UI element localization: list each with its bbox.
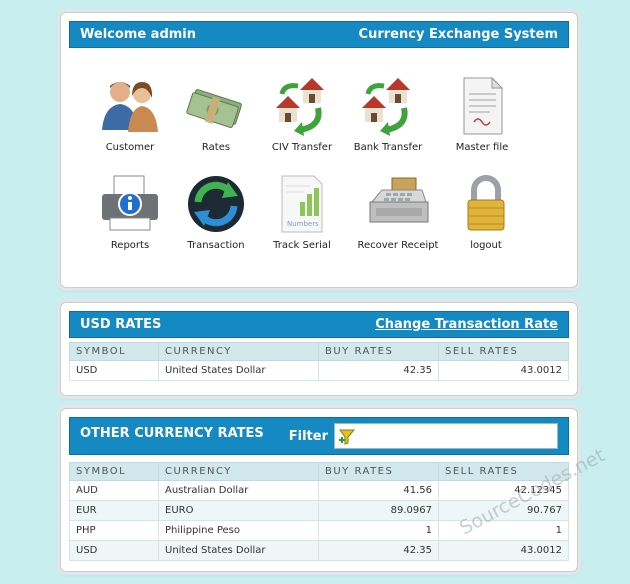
- column-header[interactable]: SYMBOL: [69, 462, 159, 481]
- column-header[interactable]: SYMBOL: [69, 342, 159, 361]
- table-row: EUR EURO 89.0967 90.767: [69, 500, 569, 521]
- currency-cell: United States Dollar: [158, 360, 319, 381]
- document-icon: [463, 76, 504, 135]
- menu-logout-label: logout: [470, 240, 502, 251]
- sell-rate-cell: 43.0012: [438, 360, 569, 381]
- sync-icon: [188, 176, 244, 232]
- header-bar: Welcome admin Currency Exchange System: [69, 21, 569, 48]
- menu-master-file[interactable]: Master file: [439, 74, 525, 153]
- buy-rate-cell: 41.56: [318, 480, 439, 501]
- svg-text:Numbers: Numbers: [287, 220, 319, 228]
- cash-register-icon: [369, 177, 429, 223]
- other-rates-title: OTHER CURRENCY RATES: [80, 425, 264, 441]
- usd-rates-title: USD RATES: [80, 317, 162, 332]
- menu-civ-transfer-label: CIV Transfer: [271, 142, 333, 153]
- menu-master-file-label: Master file: [455, 142, 509, 153]
- currency-cell: EURO: [158, 500, 319, 521]
- menu-track-serial[interactable]: Numbers Track Serial: [259, 172, 345, 251]
- menu-bank-transfer[interactable]: Bank Transfer: [345, 74, 431, 153]
- usd-rates-panel: USD RATES Change Transaction Rate SYMBOL…: [60, 302, 578, 396]
- filter-input[interactable]: [357, 426, 555, 446]
- filter-label: Filter: [288, 428, 328, 444]
- symbol-cell: USD: [69, 360, 159, 381]
- column-header[interactable]: BUY RATES: [318, 462, 439, 481]
- column-header[interactable]: SELL RATES: [438, 462, 569, 481]
- house-transfer-icon: [362, 78, 410, 136]
- table-row: USD United States Dollar 42.35 43.0012: [69, 540, 569, 561]
- buy-rate-cell: 1: [318, 520, 439, 541]
- menu-recover-receipt[interactable]: Recover Receipt: [355, 172, 441, 251]
- menu-rates[interactable]: Rates: [173, 74, 259, 153]
- system-title: Currency Exchange System: [358, 27, 558, 42]
- sell-rate-cell: 1: [438, 520, 569, 541]
- column-header[interactable]: CURRENCY: [158, 462, 319, 481]
- menu-bank-transfer-label: Bank Transfer: [353, 142, 423, 153]
- table-row: PHP Philippine Peso 1 1: [69, 520, 569, 541]
- sell-rate-cell: 90.767: [438, 500, 569, 521]
- printer-info-icon: [102, 175, 158, 231]
- other-rates-bar: OTHER CURRENCY RATES Filter: [69, 417, 569, 455]
- currency-cell: Australian Dollar: [158, 480, 319, 501]
- symbol-cell: EUR: [69, 500, 159, 521]
- column-header[interactable]: CURRENCY: [158, 342, 319, 361]
- money-icon: [186, 89, 242, 128]
- sell-rate-cell: 43.0012: [438, 540, 569, 561]
- column-header[interactable]: SELL RATES: [438, 342, 569, 361]
- menu-transaction-label: Transaction: [187, 240, 245, 251]
- menu-customer-label: Customer: [105, 142, 155, 153]
- customer-icon: [102, 82, 158, 132]
- funnel-add-icon: [339, 429, 356, 445]
- symbol-cell: AUD: [69, 480, 159, 501]
- menu-reports-label: Reports: [110, 240, 150, 251]
- main-menu-panel: Welcome admin Currency Exchange System C…: [60, 12, 578, 288]
- menu-civ-transfer[interactable]: CIV Transfer: [259, 74, 345, 153]
- numbers-sheet-icon: Numbers: [281, 175, 323, 233]
- menu-reports[interactable]: Reports: [87, 172, 173, 251]
- table-row: AUD Australian Dollar 41.56 42.12345: [69, 480, 569, 501]
- column-header[interactable]: BUY RATES: [318, 342, 439, 361]
- currency-cell: United States Dollar: [158, 540, 319, 561]
- buy-rate-cell: 89.0967: [318, 500, 439, 521]
- menu-track-serial-label: Track Serial: [273, 240, 331, 251]
- buy-rate-cell: 42.35: [318, 540, 439, 561]
- currency-cell: Philippine Peso: [158, 520, 319, 541]
- house-transfer-icon: [276, 78, 324, 136]
- menu-recover-receipt-label: Recover Receipt: [357, 240, 439, 251]
- menu-transaction[interactable]: Transaction: [173, 172, 259, 251]
- filter-group: Filter: [289, 423, 558, 449]
- filter-field[interactable]: [334, 423, 558, 449]
- table-header-row: SYMBOL CURRENCY BUY RATES SELL RATES: [69, 462, 569, 481]
- symbol-cell: PHP: [69, 520, 159, 541]
- menu-grid: Customer Rates CIV Transfer Bank Transfe…: [69, 48, 569, 280]
- menu-customer[interactable]: Customer: [87, 74, 173, 153]
- buy-rate-cell: 42.35: [318, 360, 439, 381]
- welcome-text: Welcome admin: [80, 27, 197, 42]
- table-row: USD United States Dollar 42.35 43.0012: [69, 360, 569, 381]
- padlock-icon: [467, 175, 505, 231]
- usd-rates-table: SYMBOL CURRENCY BUY RATES SELL RATES USD…: [69, 342, 569, 381]
- sell-rate-cell: 42.12345: [438, 480, 569, 501]
- other-rates-table: SYMBOL CURRENCY BUY RATES SELL RATES AUD…: [69, 462, 569, 561]
- usd-rates-bar: USD RATES Change Transaction Rate: [69, 311, 569, 338]
- other-rates-panel: OTHER CURRENCY RATES Filter SYMBOL CURRE…: [60, 408, 578, 572]
- symbol-cell: USD: [69, 540, 159, 561]
- table-header-row: SYMBOL CURRENCY BUY RATES SELL RATES: [69, 342, 569, 361]
- menu-rates-label: Rates: [201, 142, 231, 153]
- change-transaction-rate-link[interactable]: Change Transaction Rate: [375, 317, 558, 332]
- menu-logout[interactable]: logout: [443, 172, 529, 251]
